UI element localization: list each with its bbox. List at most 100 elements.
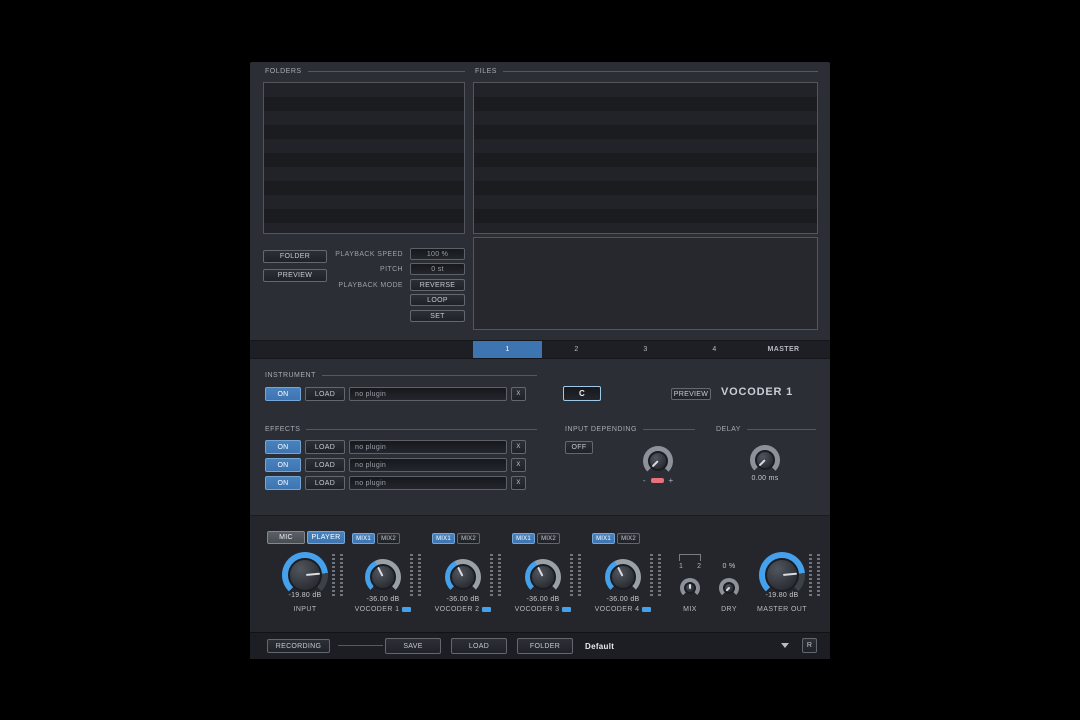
mic-button[interactable]: MIC — [267, 531, 305, 544]
mix-channel-label: MIX — [683, 606, 697, 613]
key-selector[interactable]: C — [563, 386, 601, 401]
effect-2-plugin-field[interactable]: no plugin — [349, 458, 507, 472]
page-title: VOCODER 1 — [721, 386, 793, 398]
mix-tick-1: 1 — [679, 563, 683, 570]
tab-4[interactable]: 4 — [680, 341, 749, 358]
vocoder-4-mix2-button[interactable]: MIX2 — [617, 533, 640, 544]
vocoder-3-level-meter — [570, 554, 581, 596]
vocoder-3-mix2-button[interactable]: MIX2 — [537, 533, 560, 544]
vocoder-3-led — [562, 607, 572, 612]
vocoder-4-level-meter — [650, 554, 661, 596]
delay-knob[interactable] — [750, 445, 780, 475]
folders-list[interactable] — [263, 82, 465, 234]
vocoder-4-mix1-button[interactable]: MIX1 — [592, 533, 615, 544]
input-depending-section-header: INPUT DEPENDING — [565, 424, 695, 434]
mix-knob[interactable] — [680, 578, 700, 598]
vocoder-3-gain-value: -36.00 dB — [526, 596, 560, 603]
vocoder-2-mix1-button[interactable]: MIX1 — [432, 533, 455, 544]
tab-bar: 1 2 3 4 MASTER — [250, 340, 830, 359]
recording-divider-line — [338, 645, 383, 646]
recording-button[interactable]: RECORDING — [267, 639, 330, 653]
effect-2-load-button[interactable]: LOAD — [305, 458, 345, 472]
effect-3-load-button[interactable]: LOAD — [305, 476, 345, 490]
vocoder-1-mix2-button[interactable]: MIX2 — [377, 533, 400, 544]
waveform-display — [473, 237, 818, 330]
browse-folder-button[interactable]: FOLDER — [263, 250, 327, 263]
vocoder-4-gain-knob[interactable] — [605, 559, 641, 595]
master-level-meter — [809, 554, 820, 596]
vocoder-2-channel-label: VOCODER 2 — [434, 606, 480, 613]
files-label: FILES — [475, 67, 497, 75]
effect-2-on-button[interactable]: ON — [265, 458, 301, 472]
instrument-remove-button[interactable]: X — [511, 387, 526, 401]
tab-master[interactable]: MASTER — [749, 341, 818, 358]
minus-label: - — [642, 476, 646, 485]
vocoder-3-gain-knob[interactable] — [525, 559, 561, 595]
effects-section-header: EFFECTS — [265, 424, 537, 434]
player-button[interactable]: PLAYER — [307, 531, 345, 544]
instrument-plugin-field[interactable]: no plugin — [349, 387, 507, 401]
tab-3[interactable]: 3 — [611, 341, 680, 358]
master-out-value: -19.80 dB — [765, 592, 799, 599]
vocoder-preview-button[interactable]: PREVIEW — [671, 388, 711, 400]
set-button[interactable]: SET — [410, 310, 465, 322]
instrument-on-button[interactable]: ON — [265, 387, 301, 401]
vocoder-2-gain-knob[interactable] — [445, 559, 481, 595]
effect-3-plugin-field[interactable]: no plugin — [349, 476, 507, 490]
effect-2-remove-button[interactable]: X — [511, 458, 526, 472]
vocoder-3-channel-label-row: VOCODER 3 — [503, 606, 583, 613]
input-gain-value: -19.80 dB — [288, 592, 322, 599]
vocoder-1-gain-value: -36.00 dB — [366, 596, 400, 603]
effect-1-remove-button[interactable]: X — [511, 440, 526, 454]
preset-name: Default — [585, 641, 615, 651]
vocoder-3-mix1-button[interactable]: MIX1 — [512, 533, 535, 544]
preset-load-button[interactable]: LOAD — [451, 638, 507, 654]
browse-preview-button[interactable]: PREVIEW — [263, 269, 327, 282]
effect-3-on-button[interactable]: ON — [265, 476, 301, 490]
files-list[interactable] — [473, 82, 818, 234]
playback-speed-value[interactable]: 100 % — [410, 248, 465, 260]
pitch-label: PITCH — [380, 266, 403, 273]
effect-1-on-button[interactable]: ON — [265, 440, 301, 454]
playback-speed-label: PLAYBACK SPEED — [335, 251, 403, 258]
preset-dropdown[interactable]: Default — [585, 636, 797, 656]
folders-section-header: FOLDERS — [265, 66, 465, 76]
vocoder-4-led — [642, 607, 652, 612]
vocoder-4-channel-label: VOCODER 4 — [594, 606, 640, 613]
r-button[interactable]: R — [802, 638, 817, 653]
tab-1[interactable]: 1 — [473, 341, 542, 358]
folders-label: FOLDERS — [265, 67, 302, 75]
playback-mode-label: PLAYBACK MODE — [338, 282, 403, 289]
instrument-load-button[interactable]: LOAD — [305, 387, 345, 401]
footer-bar: RECORDING SAVE LOAD FOLDER Default R — [250, 632, 830, 659]
input-depending-knob[interactable] — [643, 446, 673, 476]
input-depending-label: INPUT DEPENDING — [565, 425, 637, 433]
vocoder-2-led — [482, 607, 492, 612]
vocoder-4-channel-label-row: VOCODER 4 — [583, 606, 663, 613]
vocoder-1-mix1-button[interactable]: MIX1 — [352, 533, 375, 544]
input-channel-label: INPUT — [293, 606, 317, 613]
preset-folder-button[interactable]: FOLDER — [517, 638, 573, 654]
master-out-channel-label: MASTER OUT — [757, 606, 807, 613]
pitch-value[interactable]: 0 st — [410, 263, 465, 275]
vocoder-1-led — [402, 607, 412, 612]
vocoder-1-gain-knob[interactable] — [365, 559, 401, 595]
effect-1-load-button[interactable]: LOAD — [305, 440, 345, 454]
vocoder-1-channel-label-row: VOCODER 1 — [343, 606, 423, 613]
vocoder-2-channel-label-row: VOCODER 2 — [423, 606, 503, 613]
delay-label: DELAY — [716, 425, 741, 433]
vocoder-3-channel-label: VOCODER 3 — [514, 606, 560, 613]
preset-save-button[interactable]: SAVE — [385, 638, 441, 654]
files-section-header: FILES — [475, 66, 818, 76]
vocoder-2-mix2-button[interactable]: MIX2 — [457, 533, 480, 544]
input-level-meter — [332, 554, 343, 596]
vocoder-plugin-window: FOLDERS FILES FOLDER PREVIEW PLAYBACK SP… — [250, 62, 830, 659]
tab-2[interactable]: 2 — [542, 341, 611, 358]
loop-button[interactable]: LOOP — [410, 294, 465, 306]
effect-3-remove-button[interactable]: X — [511, 476, 526, 490]
reverse-button[interactable]: REVERSE — [410, 279, 465, 291]
input-depending-off-button[interactable]: OFF — [565, 441, 593, 454]
dry-knob[interactable] — [719, 578, 739, 598]
effect-1-plugin-field[interactable]: no plugin — [349, 440, 507, 454]
mix-ticks: 1 2 — [679, 563, 701, 570]
